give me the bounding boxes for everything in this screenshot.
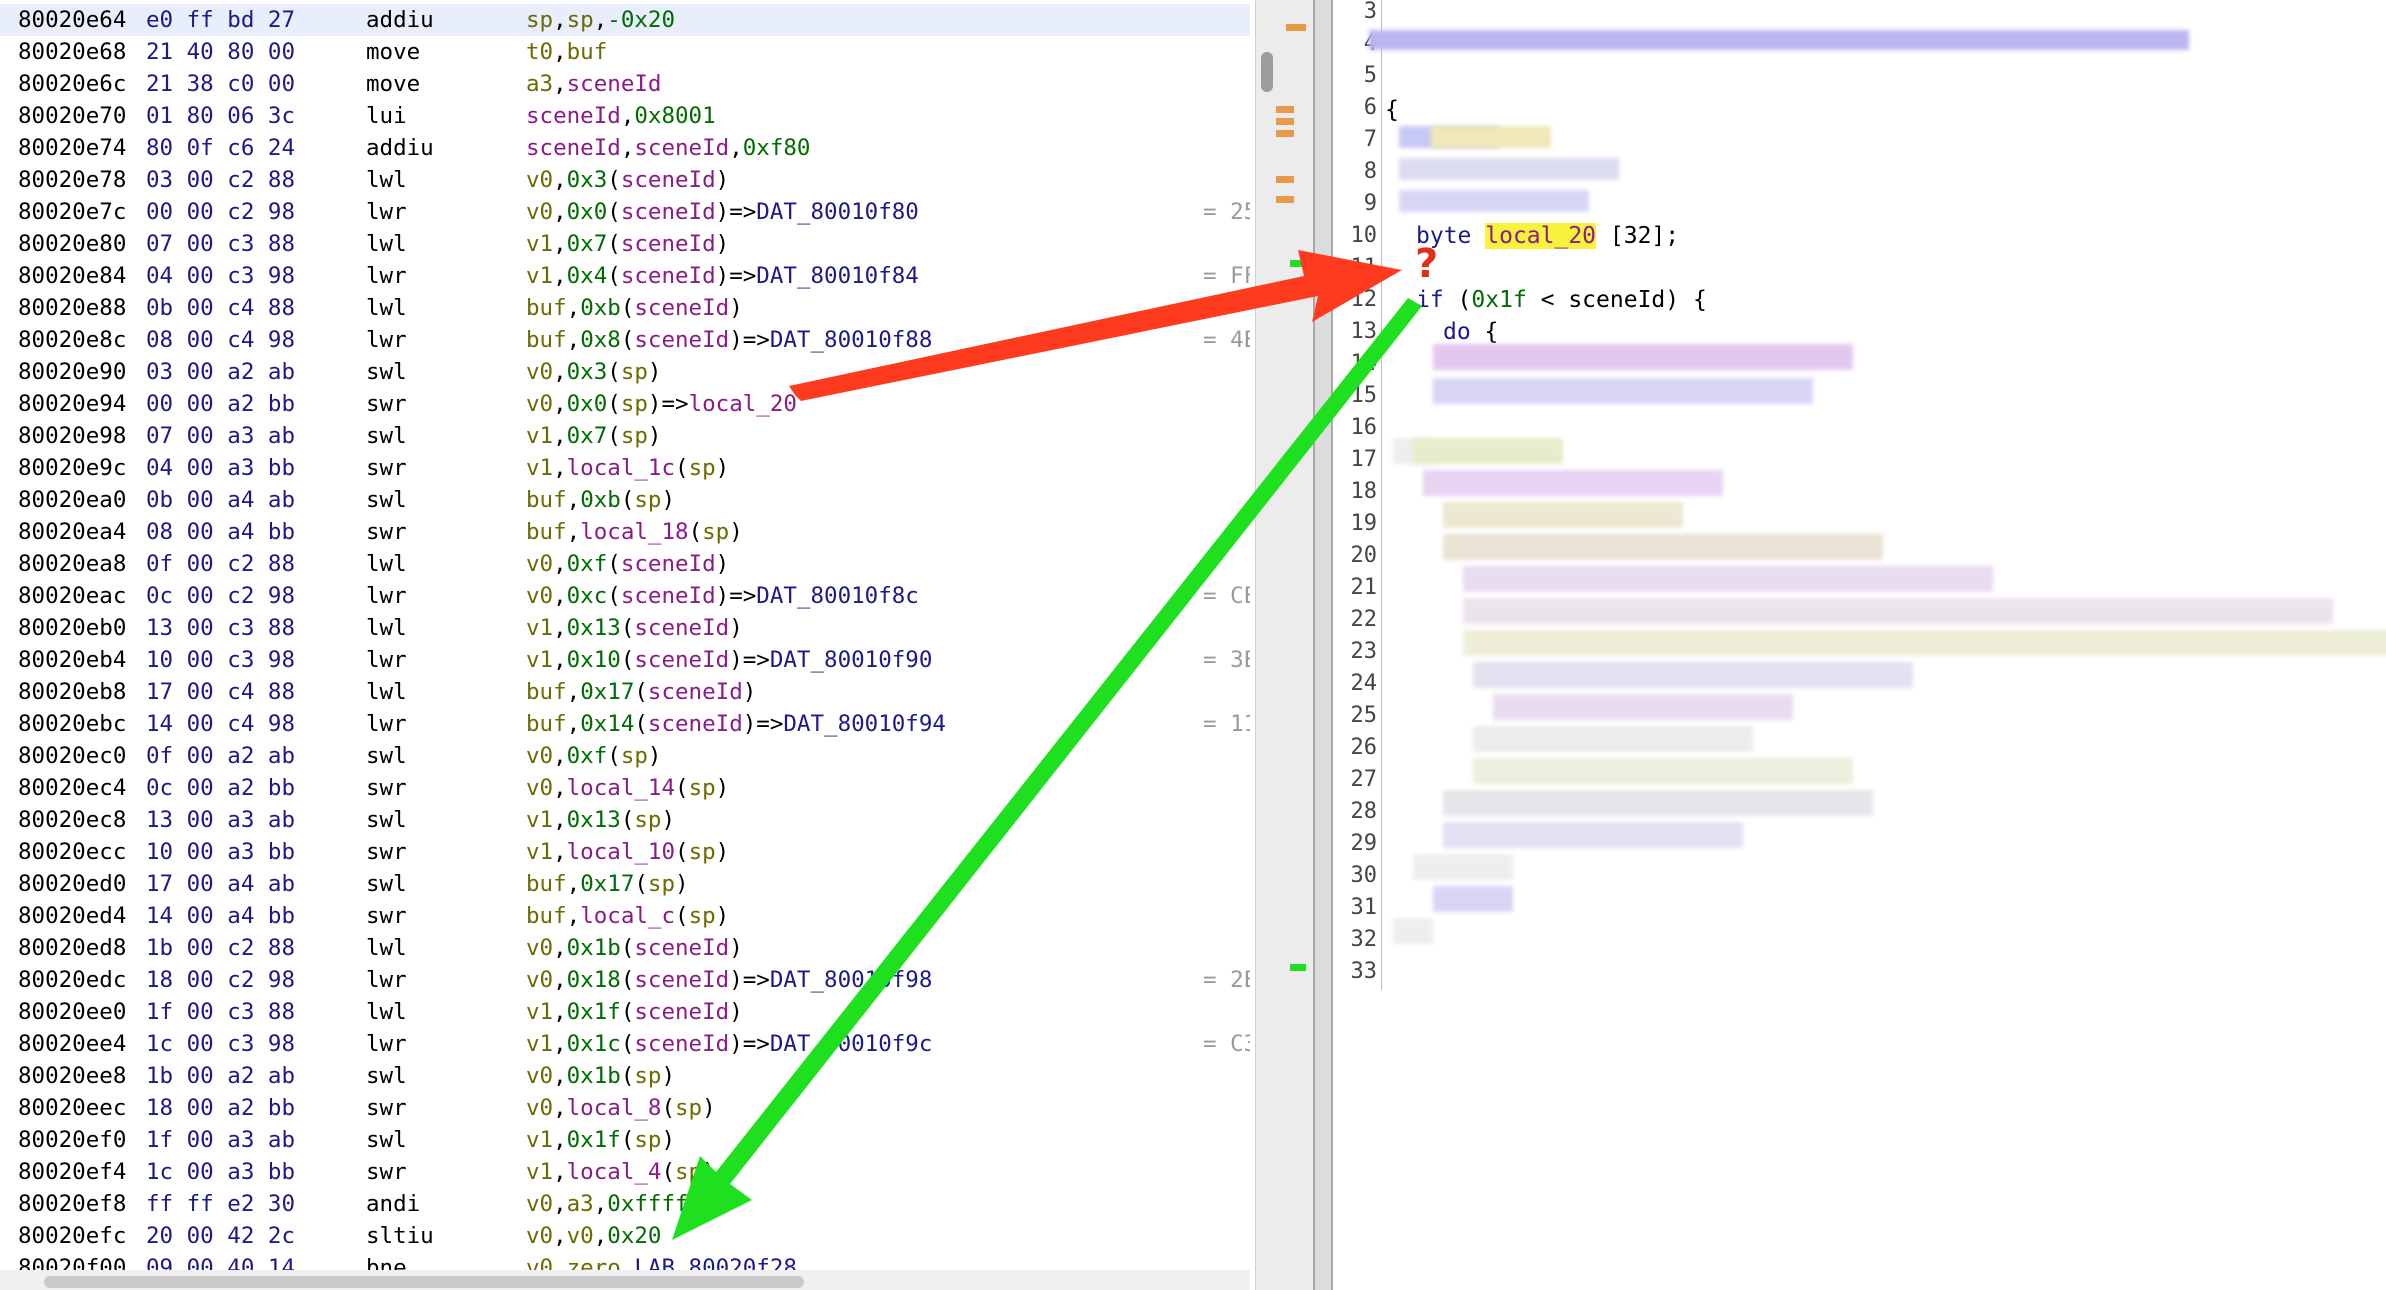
annotation-overlay — [672, 250, 1422, 1240]
red-arrow — [789, 250, 1402, 401]
green-arrow — [672, 298, 1422, 1240]
